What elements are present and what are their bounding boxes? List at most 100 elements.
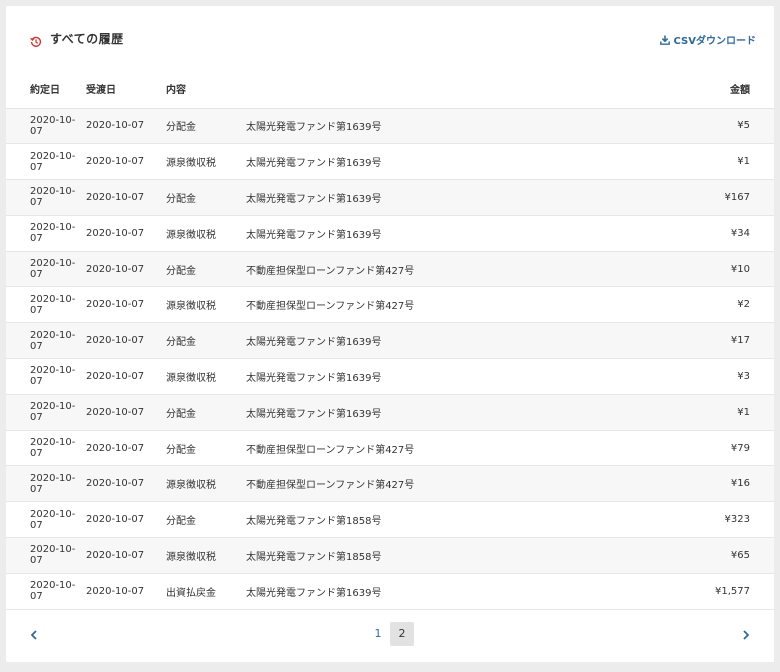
prev-page-button[interactable] — [24, 624, 44, 644]
content-cell: 分配金 — [166, 408, 196, 420]
pagination: 1 2 — [6, 618, 774, 650]
page-1-button[interactable]: 1 — [366, 622, 390, 646]
settlement-date-cell: 2020-10-07 — [86, 442, 145, 454]
content-cell: 源泉徴収税 — [166, 229, 216, 241]
trade-date-cell: 2020-10-07 — [30, 401, 76, 424]
amount-cell: ¥1,577 — [715, 585, 750, 597]
amount-cell: ¥79 — [730, 442, 750, 454]
card-header: すべての履歴 CSVダウンロード — [6, 6, 774, 70]
fund-cell: 不動産担保型ローンファンド第427号 — [246, 480, 415, 492]
trade-date-cell: 2020-10-07 — [30, 508, 76, 531]
content-cell: 分配金 — [166, 337, 196, 349]
table-row: 2020-10-07 2020-10-07 分配金 不動産担保型ローンファンド第427… — [6, 251, 774, 287]
settlement-date-cell: 2020-10-07 — [86, 191, 145, 203]
settlement-date-cell: 2020-10-07 — [86, 478, 145, 490]
amount-cell: ¥65 — [730, 549, 750, 561]
csv-download-label: CSVダウンロード — [673, 36, 756, 47]
trade-date-cell: 2020-10-07 — [30, 437, 76, 460]
amount-cell: ¥1 — [737, 406, 750, 418]
fund-cell: 太陽光発電ファンド第1639号 — [246, 372, 382, 384]
table-row: 2020-10-07 2020-10-07 源泉徴収税 太陽光発電ファンド第1858号… — [6, 537, 774, 574]
fund-cell: 太陽光発電ファンド第1858号 — [246, 516, 382, 528]
amount-cell: ¥17 — [730, 335, 750, 347]
trade-date-cell: 2020-10-07 — [30, 186, 76, 209]
fund-cell: 太陽光発電ファンド第1858号 — [246, 551, 382, 563]
settlement-date-cell: 2020-10-07 — [86, 156, 145, 168]
history-icon — [30, 33, 42, 47]
page-title: すべての履歴 — [50, 32, 124, 46]
trade-date-cell: 2020-10-07 — [30, 472, 76, 495]
content-cell: 分配金 — [166, 516, 196, 528]
settlement-date-cell: 2020-10-07 — [86, 227, 145, 239]
table-row: 2020-10-07 2020-10-07 分配金 太陽光発電ファンド第1639号 ¥5 — [6, 108, 774, 144]
fund-cell: 不動産担保型ローンファンド第427号 — [246, 444, 415, 456]
trade-date-cell: 2020-10-07 — [30, 365, 76, 388]
settlement-date-cell: 2020-10-07 — [86, 549, 145, 561]
content-cell: 源泉徴収税 — [166, 480, 216, 492]
trade-date-cell: 2020-10-07 — [30, 222, 76, 245]
trade-date-cell: 2020-10-07 — [30, 544, 76, 567]
settlement-date-cell: 2020-10-07 — [86, 585, 145, 597]
col-amount: 金額 — [636, 70, 774, 109]
csv-download-button[interactable]: CSVダウンロード — [659, 32, 756, 47]
content-cell: 源泉徴収税 — [166, 551, 216, 563]
table-row: 2020-10-07 2020-10-07 源泉徴収税 太陽光発電ファンド第1639号… — [6, 143, 774, 180]
chevron-right-icon — [742, 625, 750, 644]
content-cell: 源泉徴収税 — [166, 158, 216, 170]
fund-cell: 太陽光発電ファンド第1639号 — [246, 193, 382, 205]
settlement-date-cell: 2020-10-07 — [86, 406, 145, 418]
title-wrap: すべての履歴 — [30, 30, 124, 47]
trade-date-cell: 2020-10-07 — [30, 258, 76, 281]
content-cell: 出資払戻金 — [166, 587, 216, 599]
history-table: 約定日 受渡日 内容 金額 2020-10-07 2020-10-07 分配金 太陽光… — [6, 70, 774, 610]
content-cell: 源泉徴収税 — [166, 372, 216, 384]
col-settlement-date: 受渡日 — [86, 70, 166, 109]
table-row: 2020-10-07 2020-10-07 源泉徴収税 太陽光発電ファンド第1639号… — [6, 215, 774, 252]
table-row: 2020-10-07 2020-10-07 源泉徴収税 太陽光発電ファンド第1639号… — [6, 358, 774, 395]
fund-cell: 太陽光発電ファンド第1639号 — [246, 229, 382, 241]
trade-date-cell: 2020-10-07 — [30, 580, 76, 603]
table-row: 2020-10-07 2020-10-07 源泉徴収税 不動産担保型ローンファンド第4… — [6, 286, 774, 323]
history-card: すべての履歴 CSVダウンロード 約定日 受渡日 内容 金額 2020-10-0… — [6, 6, 774, 662]
table-row: 2020-10-07 2020-10-07 分配金 太陽光発電ファンド第1858号 ¥3… — [6, 501, 774, 538]
table-row: 2020-10-07 2020-10-07 分配金 太陽光発電ファンド第1639号 ¥1 — [6, 394, 774, 431]
settlement-date-cell: 2020-10-07 — [86, 514, 145, 526]
trade-date-cell: 2020-10-07 — [30, 114, 76, 137]
col-content: 内容 — [166, 70, 246, 109]
table-row: 2020-10-07 2020-10-07 出資払戻金 太陽光発電ファンド第1639号… — [6, 573, 774, 610]
table-row: 2020-10-07 2020-10-07 分配金 太陽光発電ファンド第1639号 ¥1… — [6, 322, 774, 359]
amount-cell: ¥3 — [737, 370, 750, 382]
content-cell: 源泉徴収税 — [166, 301, 216, 313]
fund-cell: 不動産担保型ローンファンド第427号 — [246, 265, 415, 277]
amount-cell: ¥5 — [737, 120, 750, 132]
fund-cell: 太陽光発電ファンド第1639号 — [246, 587, 382, 599]
fund-cell: 不動産担保型ローンファンド第427号 — [246, 301, 415, 313]
next-page-button[interactable] — [736, 624, 756, 644]
col-fund — [246, 70, 637, 109]
amount-cell: ¥323 — [724, 514, 750, 526]
col-trade-date: 約定日 — [6, 70, 86, 109]
fund-cell: 太陽光発電ファンド第1639号 — [246, 337, 382, 349]
settlement-date-cell: 2020-10-07 — [86, 370, 145, 382]
fund-cell: 太陽光発電ファンド第1639号 — [246, 408, 382, 420]
content-cell: 分配金 — [166, 193, 196, 205]
fund-cell: 太陽光発電ファンド第1639号 — [246, 158, 382, 170]
fund-cell: 太陽光発電ファンド第1639号 — [246, 122, 382, 134]
table-row: 2020-10-07 2020-10-07 分配金 太陽光発電ファンド第1639号 ¥1… — [6, 179, 774, 216]
amount-cell: ¥10 — [730, 263, 750, 275]
amount-cell: ¥167 — [724, 191, 750, 203]
content-cell: 分配金 — [166, 444, 196, 456]
page-list: 1 2 — [366, 622, 414, 646]
table-row: 2020-10-07 2020-10-07 分配金 不動産担保型ローンファンド第427… — [6, 430, 774, 466]
content-cell: 分配金 — [166, 122, 196, 134]
trade-date-cell: 2020-10-07 — [30, 329, 76, 352]
amount-cell: ¥1 — [737, 156, 750, 168]
amount-cell: ¥34 — [730, 227, 750, 239]
settlement-date-cell: 2020-10-07 — [86, 335, 145, 347]
table-header-row: 約定日 受渡日 内容 金額 — [6, 70, 774, 109]
table-row: 2020-10-07 2020-10-07 源泉徴収税 不動産担保型ローンファンド第4… — [6, 465, 774, 502]
settlement-date-cell: 2020-10-07 — [86, 263, 145, 275]
page-2-button[interactable]: 2 — [390, 622, 414, 646]
chevron-left-icon — [30, 625, 38, 644]
settlement-date-cell: 2020-10-07 — [86, 299, 145, 311]
